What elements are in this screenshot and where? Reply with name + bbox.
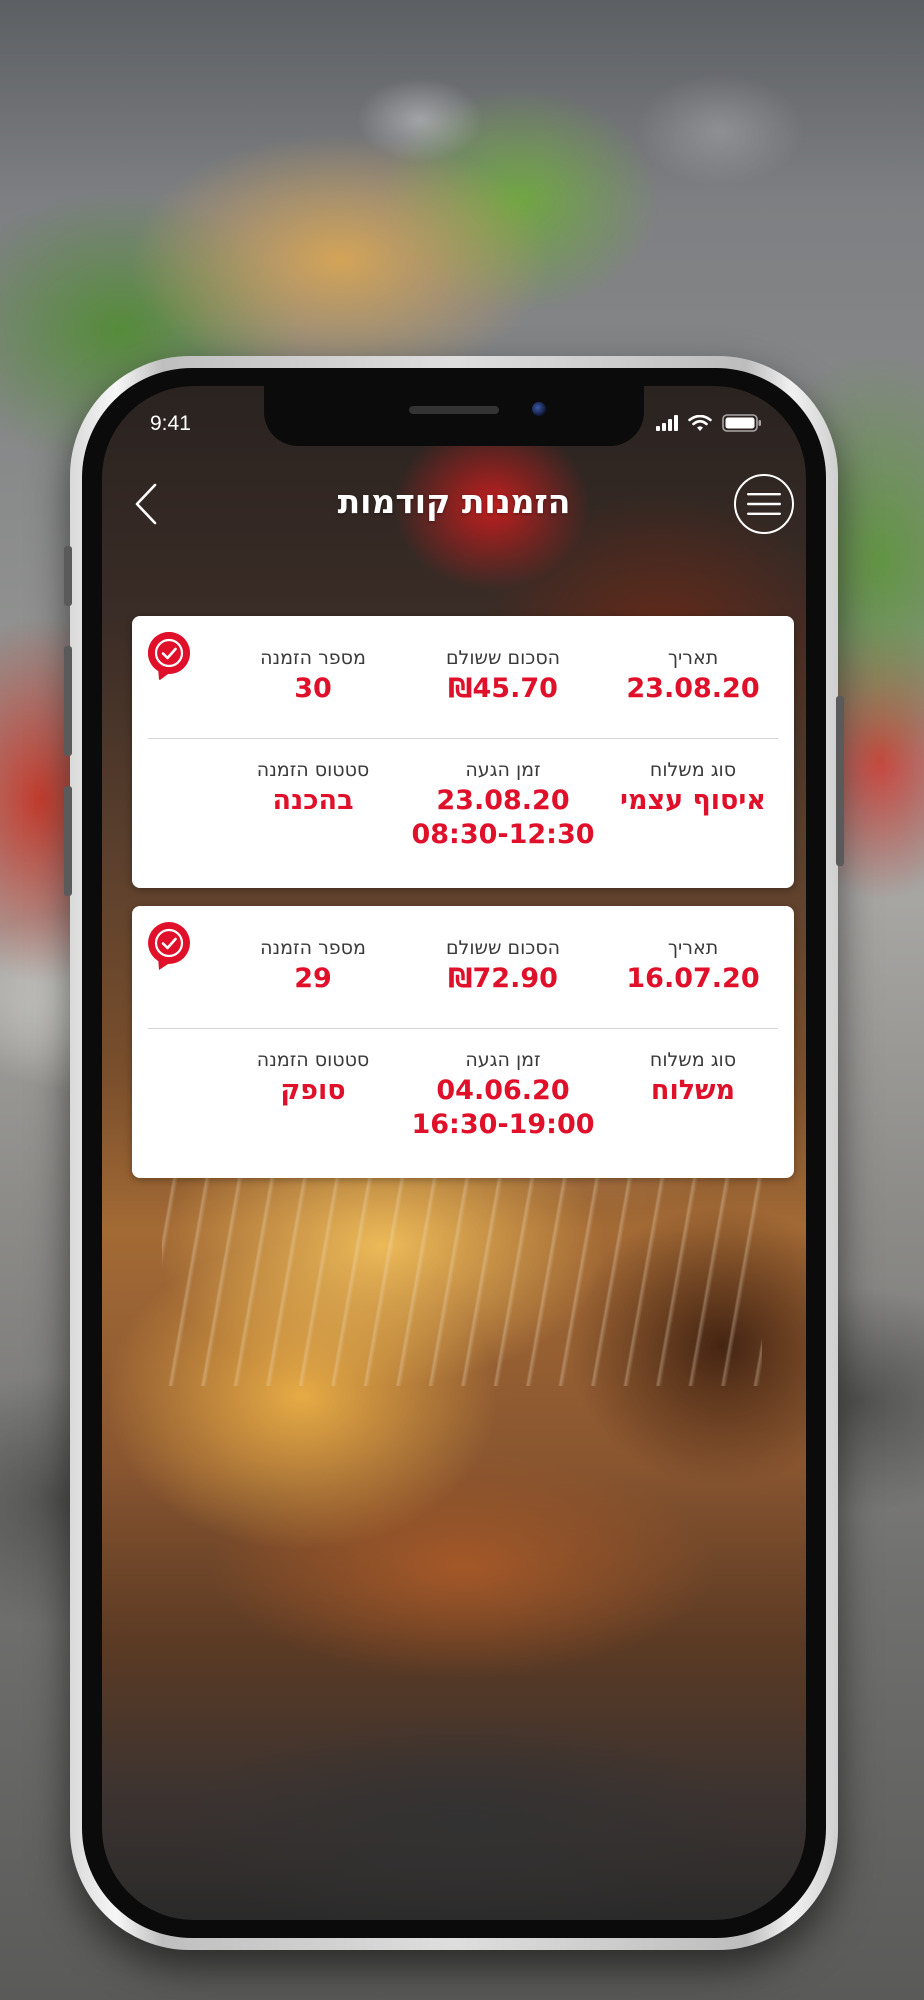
order-status-field: סטטוס הזמנה בהכנה (218, 756, 408, 852)
delivery-type-label: סוג משלוח (649, 759, 737, 781)
card-divider (148, 1028, 778, 1029)
delivery-type-label: סוג משלוח (649, 1049, 737, 1071)
date-label: תאריך (667, 937, 719, 959)
arrival-date-value: 23.08.20 (436, 785, 570, 816)
order-number-label: מספר הזמנה (260, 647, 366, 669)
order-status-value: בהכנה (272, 785, 354, 816)
order-status-value: סופק (280, 1075, 346, 1106)
order-card[interactable]: תאריך 23.08.20 הסכום ששולם ₪45.70 מספר ה… (132, 616, 794, 888)
phone-frame: 9:41 הזמנות קודמות תאריך 23.08.20 הסכום … (64, 356, 844, 1950)
app-screen: 9:41 הזמנות קודמות תאריך 23.08.20 הסכום … (102, 386, 806, 1920)
date-field: תאריך 23.08.20 (598, 644, 788, 706)
order-status-label: סטטוס הזמנה (256, 759, 370, 781)
arrival-window-value: 08:30-12:30 (411, 819, 595, 850)
delivery-type-field: סוג משלוח משלוח (598, 1046, 788, 1142)
amount-value: ₪45.70 (448, 673, 558, 704)
amount-field: הסכום ששולם ₪45.70 (408, 644, 598, 706)
menu-button[interactable] (734, 474, 794, 534)
order-number-field: מספר הזמנה 29 (218, 934, 408, 996)
date-value: 23.08.20 (626, 673, 760, 704)
delivery-type-field: סוג משלוח איסוף עצמי (598, 756, 788, 852)
order-number-value: 29 (294, 963, 332, 994)
amount-label: הסכום ששולם (445, 937, 561, 959)
order-number-label: מספר הזמנה (260, 937, 366, 959)
notch (264, 386, 644, 446)
arrival-date-value: 04.06.20 (436, 1075, 570, 1106)
arrival-window-value: 16:30-19:00 (411, 1109, 595, 1140)
chevron-left-icon (135, 483, 157, 525)
order-status-field: סטטוס הזמנה סופק (218, 1046, 408, 1142)
date-label: תאריך (667, 647, 719, 669)
app-header: הזמנות קודמות (102, 464, 806, 544)
battery-icon (722, 414, 761, 432)
status-time: 9:41 (150, 412, 191, 435)
order-card[interactable]: תאריך 16.07.20 הסכום ששולם ₪72.90 מספר ה… (132, 906, 794, 1178)
arrival-time-label: זמן הגעה (465, 1049, 541, 1071)
arrival-time-field: זמן הגעה 23.08.20 08:30-12:30 (408, 756, 598, 852)
arrival-time-field: זמן הגעה 04.06.20 16:30-19:00 (408, 1046, 598, 1142)
arrival-time-label: זמן הגעה (465, 759, 541, 781)
amount-field: הסכום ששולם ₪72.90 (408, 934, 598, 996)
order-number-value: 30 (294, 673, 332, 704)
date-field: תאריך 16.07.20 (598, 934, 788, 996)
delivery-type-value: משלוח (650, 1075, 736, 1106)
order-number-field: מספר הזמנה 30 (218, 644, 408, 706)
wifi-icon (688, 414, 712, 431)
order-status-label: סטטוס הזמנה (256, 1049, 370, 1071)
amount-value: ₪72.90 (448, 963, 558, 994)
signal-icon (656, 415, 678, 431)
page-title: הזמנות קודמות (337, 482, 571, 521)
delivery-type-value: איסוף עצמי (620, 785, 766, 816)
amount-label: הסכום ששולם (445, 647, 561, 669)
back-button[interactable] (126, 478, 166, 530)
date-value: 16.07.20 (626, 963, 760, 994)
hamburger-menu-icon (747, 493, 781, 515)
card-divider (148, 738, 778, 739)
